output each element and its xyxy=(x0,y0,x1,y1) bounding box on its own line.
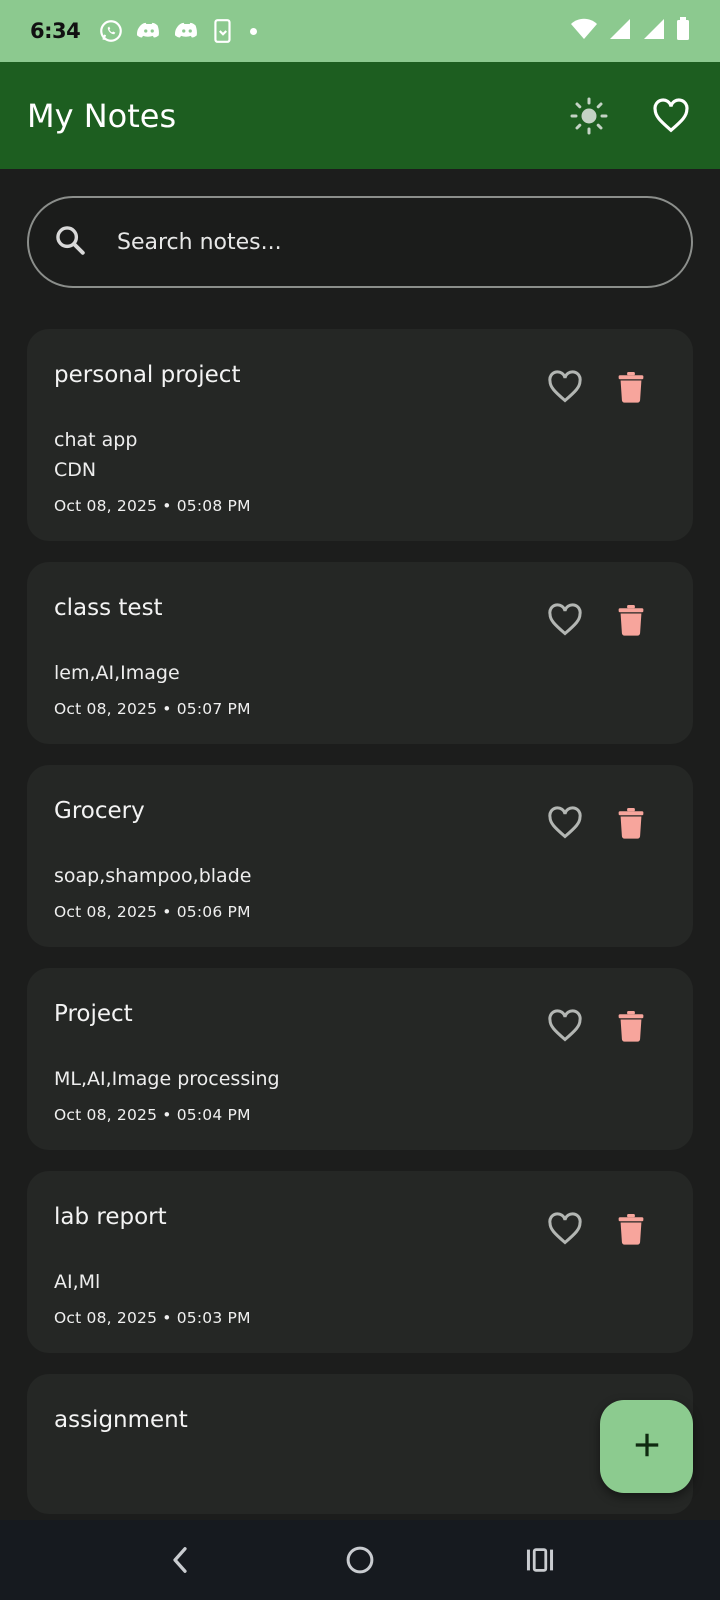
discord-icon xyxy=(136,18,162,44)
phone-link-icon xyxy=(212,18,234,44)
app-bar-actions xyxy=(567,94,693,138)
trash-icon[interactable] xyxy=(609,1004,653,1048)
signal-icon xyxy=(608,17,632,45)
trash-icon[interactable] xyxy=(609,365,653,409)
back-chevron-icon[interactable] xyxy=(158,1538,202,1582)
system-status-icons xyxy=(570,17,690,45)
note-actions xyxy=(543,801,653,845)
signal-icon-2 xyxy=(642,17,666,45)
search-bar[interactable] xyxy=(27,196,693,288)
favorite-heart-icon[interactable] xyxy=(543,365,587,409)
notes-list: personal project chat app CDN Oct 08, 20… xyxy=(27,329,693,1535)
favorites-heart-icon[interactable] xyxy=(649,94,693,138)
whatsapp-icon xyxy=(98,18,124,44)
note-card[interactable]: Project ML,AI,Image processing Oct 08, 2… xyxy=(27,968,693,1150)
trash-icon[interactable] xyxy=(609,1207,653,1251)
note-actions xyxy=(543,598,653,642)
wifi-icon xyxy=(570,17,598,45)
favorite-heart-icon[interactable] xyxy=(543,1004,587,1048)
status-bar: 6:34 xyxy=(0,0,720,62)
trash-icon[interactable] xyxy=(609,598,653,642)
note-date: Oct 08, 2025 • 05:08 PM xyxy=(54,497,251,515)
discord-icon-2 xyxy=(174,18,200,44)
note-date: Oct 08, 2025 • 05:03 PM xyxy=(54,1309,251,1327)
note-body: ML,AI,Image processing xyxy=(54,1068,280,1090)
note-title: assignment xyxy=(54,1407,188,1433)
search-input[interactable] xyxy=(117,229,637,255)
note-body: AI,Ml xyxy=(54,1271,101,1293)
system-nav-bar xyxy=(0,1520,720,1600)
note-body: lem,AI,Image xyxy=(54,662,180,684)
note-actions xyxy=(543,1207,653,1251)
note-body: soap,shampoo,blade xyxy=(54,865,252,887)
favorite-heart-icon[interactable] xyxy=(543,801,587,845)
page-title: My Notes xyxy=(27,96,177,135)
note-card[interactable]: assignment xyxy=(27,1374,693,1514)
note-body: chat app CDN xyxy=(54,429,138,481)
note-card[interactable]: lab report AI,Ml Oct 08, 2025 • 05:03 PM xyxy=(27,1171,693,1353)
plus-icon xyxy=(632,1430,662,1464)
note-date: Oct 08, 2025 • 05:07 PM xyxy=(54,700,251,718)
home-circle-icon[interactable] xyxy=(338,1538,382,1582)
favorite-heart-icon[interactable] xyxy=(543,598,587,642)
add-note-button[interactable] xyxy=(600,1400,693,1493)
note-date: Oct 08, 2025 • 05:06 PM xyxy=(54,903,251,921)
note-actions xyxy=(543,365,653,409)
note-date: Oct 08, 2025 • 05:04 PM xyxy=(54,1106,251,1124)
app-bar: My Notes xyxy=(0,62,720,169)
battery-icon xyxy=(676,17,690,45)
trash-icon[interactable] xyxy=(609,801,653,845)
recents-icon[interactable] xyxy=(518,1538,562,1582)
more-notifications-dot xyxy=(250,27,258,35)
note-actions xyxy=(543,1004,653,1048)
sun-icon[interactable] xyxy=(567,94,611,138)
favorite-heart-icon[interactable] xyxy=(543,1207,587,1251)
note-card[interactable]: class test lem,AI,Image Oct 08, 2025 • 0… xyxy=(27,562,693,744)
notification-icons xyxy=(98,18,258,44)
status-time: 6:34 xyxy=(30,19,81,43)
note-card[interactable]: personal project chat app CDN Oct 08, 20… xyxy=(27,329,693,541)
search-icon xyxy=(53,223,87,261)
note-card[interactable]: Grocery soap,shampoo,blade Oct 08, 2025 … xyxy=(27,765,693,947)
